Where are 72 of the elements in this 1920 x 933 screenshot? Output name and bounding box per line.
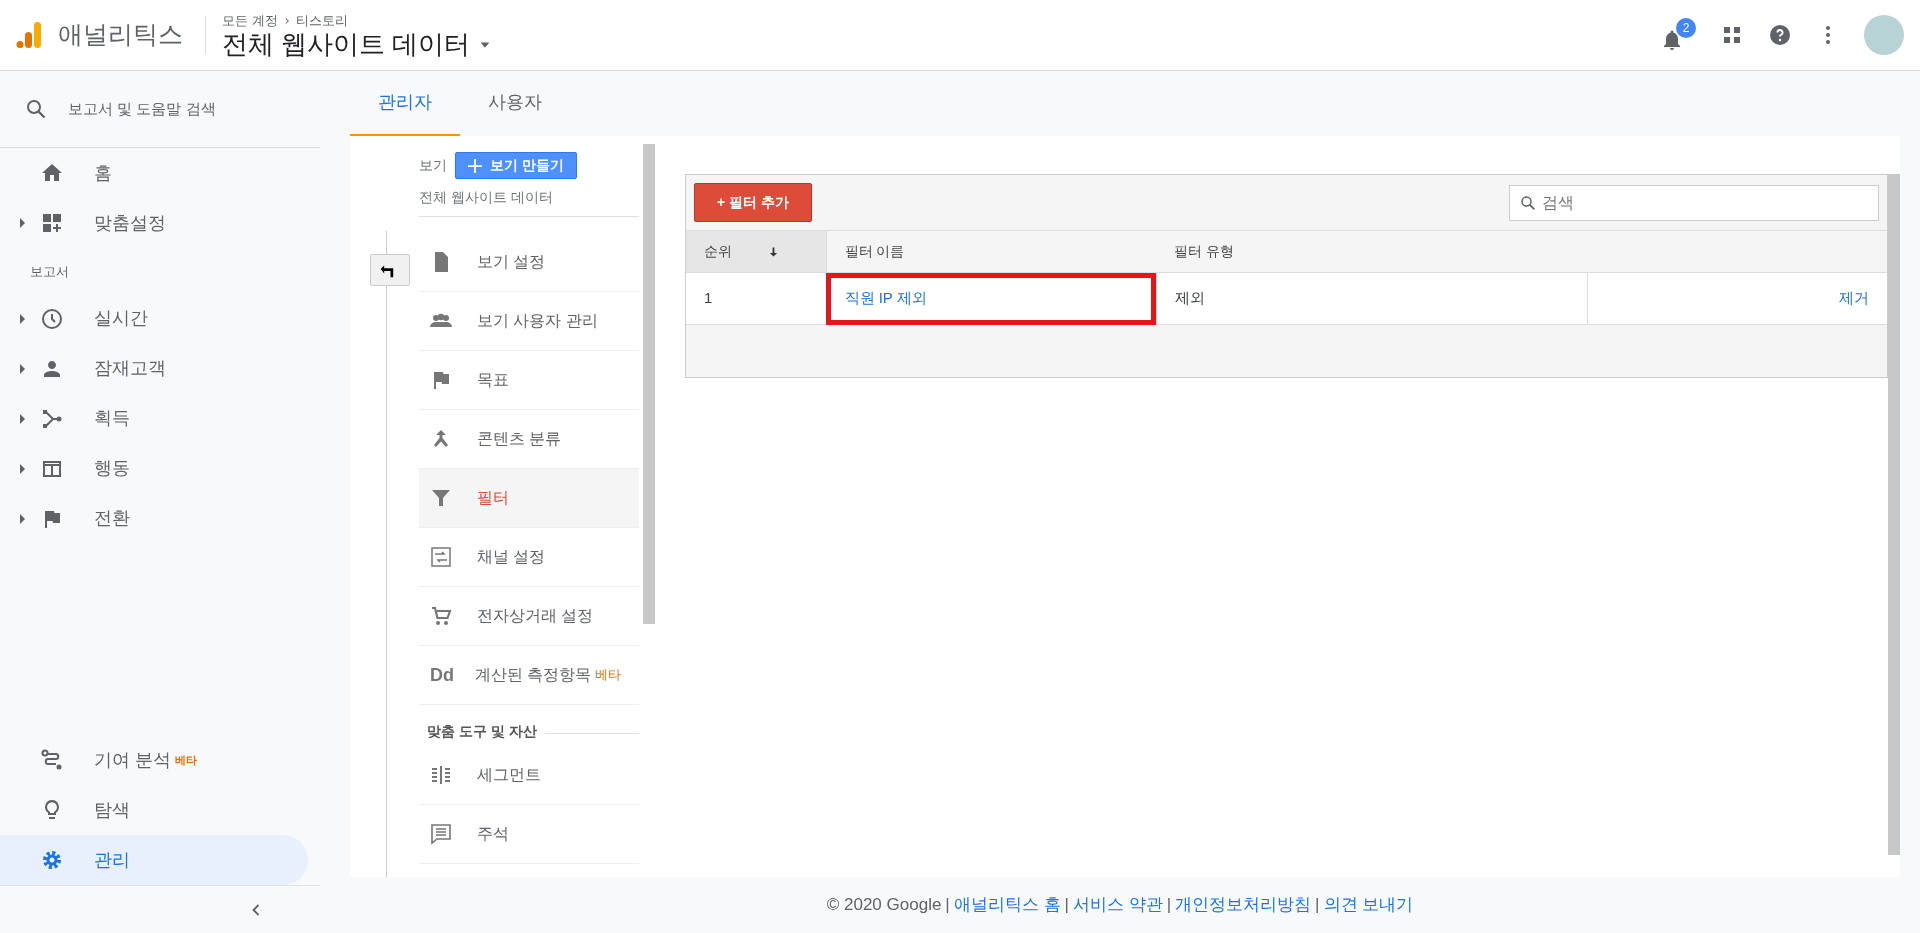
expand-triangle-icon[interactable] xyxy=(19,218,25,228)
abbreviation-icon: Dd xyxy=(427,661,457,689)
section-label: 보고서 xyxy=(29,263,70,281)
search-icon xyxy=(1519,193,1537,212)
comment-icon xyxy=(429,822,453,846)
cart-icon xyxy=(429,604,453,628)
settings-icon xyxy=(40,848,64,872)
view-name: 전체 웹사이트 데이터 xyxy=(419,179,639,217)
view-menu-item[interactable]: 보기 사용자 관리 xyxy=(419,292,639,351)
footer-link[interactable]: 서비스 약관 xyxy=(1072,892,1163,918)
view-menu-item[interactable]: 목표 xyxy=(419,351,639,410)
separator: | xyxy=(1064,894,1069,917)
remove-link[interactable]: 제거 xyxy=(1839,289,1869,307)
view-menu-item[interactable]: 세그먼트 xyxy=(419,746,639,805)
view-menu-item[interactable]: 보기 설정 xyxy=(419,233,639,292)
sidebar-item[interactable]: 획득 xyxy=(0,393,320,444)
view-label: 보기 xyxy=(419,156,447,175)
expand-triangle-icon[interactable] xyxy=(19,413,25,424)
sidebar-item[interactable]: 맞춤설정 xyxy=(0,198,320,248)
footer-link[interactable]: 의견 보내기 xyxy=(1323,892,1414,918)
filter-name-link[interactable]: 직원 IP 제외 xyxy=(844,289,927,307)
breadcrumb-link[interactable]: 모든 계정 xyxy=(222,10,278,31)
table-cell: 제외 xyxy=(1156,272,1588,325)
separator: | xyxy=(1166,894,1172,917)
section-label: 맞춤 도구 및 자산 xyxy=(426,722,537,741)
copyright-text: © 2020 Google xyxy=(826,894,942,917)
search-icon xyxy=(24,97,48,121)
table-cell: 1 xyxy=(686,272,826,325)
expand-triangle-icon[interactable] xyxy=(19,363,25,374)
create-view-button[interactable]: 보기 만들기 xyxy=(455,152,577,179)
separator: | xyxy=(1315,894,1320,917)
report-search-field[interactable]: 보고서 및 도움말 검색 xyxy=(0,71,320,148)
beta-label: 베타 xyxy=(595,666,622,685)
scrollbar-thumb[interactable] xyxy=(1888,174,1900,855)
search-field[interactable]: 검색 xyxy=(1509,184,1879,221)
view-menu-item[interactable]: Dd 계산된 측정항목 베타 xyxy=(419,646,639,705)
breadcrumb-link[interactable]: 티스토리 xyxy=(295,10,348,31)
back-button[interactable] xyxy=(370,254,410,286)
tab[interactable]: 사용자 xyxy=(460,71,570,136)
separator: | xyxy=(945,894,950,917)
analytics-logo-icon xyxy=(16,20,42,50)
plus-icon xyxy=(468,158,482,173)
sidebar-item[interactable]: 탐색 xyxy=(0,785,320,835)
sidebar-item[interactable]: 홈 xyxy=(0,148,320,198)
expand-triangle-icon[interactable] xyxy=(19,513,25,524)
sidebar-item[interactable]: 기여 분석 $^{베타}$ xyxy=(0,735,320,785)
add-filter-button[interactable]: + 필터 추가 xyxy=(694,183,812,222)
notifications-button[interactable]: 2 xyxy=(1660,17,1696,53)
grid-icon xyxy=(40,211,64,235)
segment-icon xyxy=(429,763,453,787)
sidebar-item[interactable]: 관리 xyxy=(0,835,308,885)
footer-link[interactable]: 개인정보처리방침 xyxy=(1175,892,1312,918)
help-icon[interactable] xyxy=(1768,23,1792,48)
channel-icon xyxy=(429,545,453,569)
view-menu-item[interactable]: 채널 설정 xyxy=(419,528,639,587)
expand-triangle-icon[interactable] xyxy=(19,463,25,474)
footer-link[interactable]: 애널리틱스 홈 xyxy=(953,892,1061,918)
view-menu-item[interactable]: 필터 xyxy=(419,469,639,528)
view-menu-item[interactable]: 주석 xyxy=(419,805,639,864)
sidebar-item[interactable]: 실시간 xyxy=(0,293,320,344)
product-name: 애널리틱스 xyxy=(58,16,206,54)
attribution-icon xyxy=(40,748,64,772)
scrollbar-thumb[interactable] xyxy=(643,144,655,624)
sidebar-item[interactable]: 전환 xyxy=(0,493,320,544)
sidebar-item[interactable]: 행동 xyxy=(0,443,320,494)
clock-icon xyxy=(40,306,64,331)
sidebar-item[interactable]: 잠재고객 xyxy=(0,343,320,394)
property-selector[interactable]: 전체 웹사이트 데이터 xyxy=(222,30,493,60)
view-menu-item[interactable]: 전자상거래 설정 xyxy=(419,587,639,646)
beta-label: 베타 xyxy=(175,752,197,768)
notification-badge: 2 xyxy=(1676,17,1696,38)
expand-triangle-icon[interactable] xyxy=(19,313,25,324)
